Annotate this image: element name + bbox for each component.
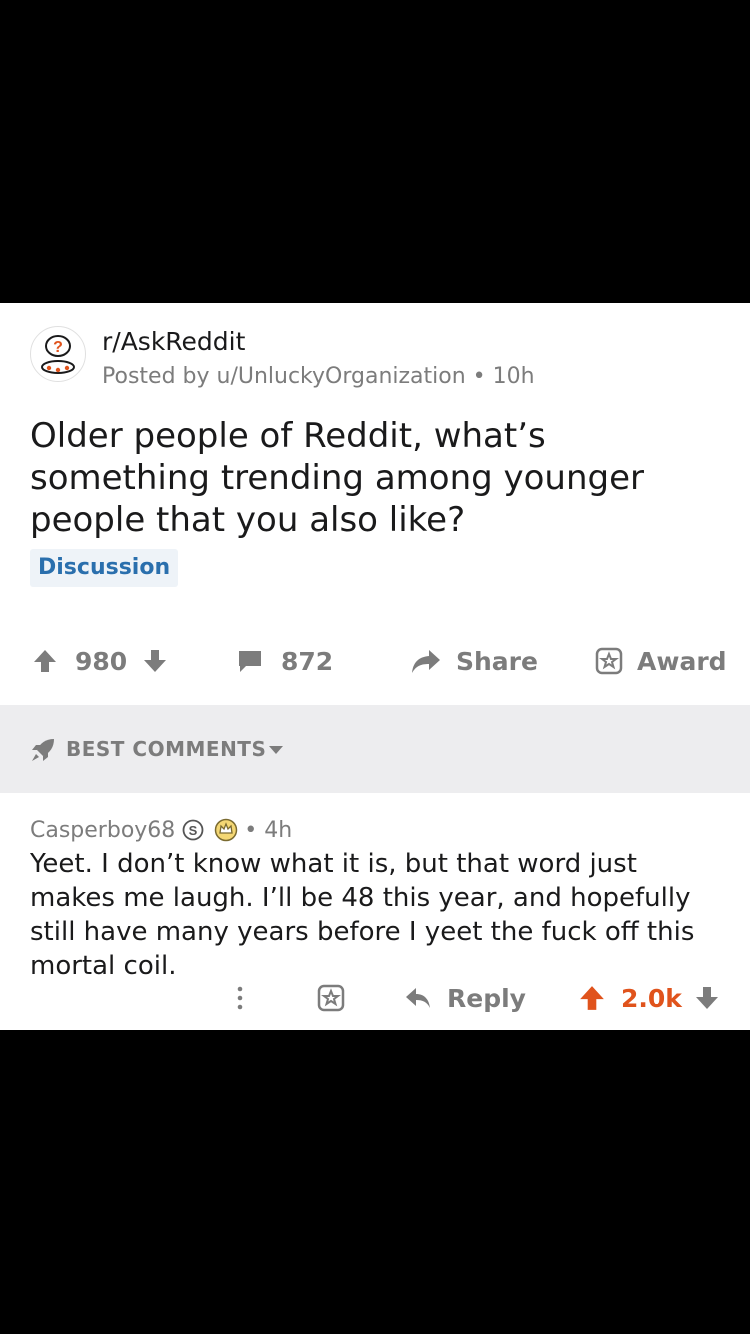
award-star-icon xyxy=(317,984,345,1012)
svg-text:?: ? xyxy=(53,339,63,356)
rocket-icon xyxy=(32,739,54,761)
comment-count: 872 xyxy=(281,646,334,676)
reply-arrow-icon xyxy=(406,988,430,1008)
reply-button[interactable]: Reply xyxy=(404,973,526,1023)
upvote-button[interactable] xyxy=(32,633,58,689)
upvote-arrow-icon xyxy=(34,650,56,672)
share-label: Share xyxy=(456,646,538,676)
comment-upvote-button[interactable] xyxy=(578,973,606,1023)
post-score: 980 xyxy=(75,646,128,676)
comment-action-bar: Reply 2.0k xyxy=(0,973,750,1023)
badge-s-icon: S xyxy=(182,819,204,841)
comment-downvote-button[interactable] xyxy=(694,973,720,1023)
comment-time: • 4h xyxy=(244,817,293,843)
share-arrow-icon xyxy=(412,650,440,673)
post-title[interactable]: Older people of Reddit, what’s something… xyxy=(30,415,730,541)
downvote-button[interactable] xyxy=(142,633,168,689)
comment-meta: Casperboy68 S • 4h xyxy=(30,813,292,847)
subreddit-name[interactable]: r/AskReddit xyxy=(102,327,245,356)
crown-badge-icon xyxy=(215,818,238,842)
subreddit-icon[interactable]: ? xyxy=(30,326,86,382)
share-button[interactable]: Share xyxy=(410,633,538,689)
award-button[interactable]: Award xyxy=(595,633,727,689)
award-star-icon xyxy=(595,647,623,675)
comment-author[interactable]: Casperboy68 xyxy=(30,818,175,843)
more-options-button[interactable] xyxy=(233,973,247,1023)
post-author-line[interactable]: Posted by u/UnluckyOrganization • 10h xyxy=(102,364,535,389)
comment-body: Yeet. I don’t know what it is, but that … xyxy=(30,849,695,981)
vertical-dots-icon xyxy=(237,986,243,1010)
sort-label: BEST COMMENTS xyxy=(66,737,267,761)
comments-button[interactable]: 872 xyxy=(236,633,333,689)
downvote-arrow-icon xyxy=(144,650,166,672)
comment-sort-bar[interactable]: BEST COMMENTS xyxy=(0,705,750,793)
award-label: Award xyxy=(637,646,727,676)
comment-bubble-icon xyxy=(239,651,261,672)
comment: Casperboy68 S • 4h Yeet. I don’t know wh… xyxy=(0,793,750,1030)
caret-down-icon xyxy=(269,746,283,754)
post-flair[interactable]: Discussion xyxy=(30,549,179,587)
svg-text:S: S xyxy=(189,823,198,838)
post-card: ? r/AskReddit Posted by u/UnluckyOrganiz… xyxy=(0,303,750,1030)
upvote-arrow-icon xyxy=(580,986,604,1010)
downvote-arrow-icon xyxy=(696,987,718,1009)
comment-score: 2.0k xyxy=(621,983,682,1013)
reply-label: Reply xyxy=(447,983,526,1013)
comment-award-button[interactable] xyxy=(317,973,345,1023)
post-action-bar: 980 872 Share Award xyxy=(0,633,750,689)
post-header: ? r/AskReddit Posted by u/UnluckyOrganiz… xyxy=(0,303,750,403)
